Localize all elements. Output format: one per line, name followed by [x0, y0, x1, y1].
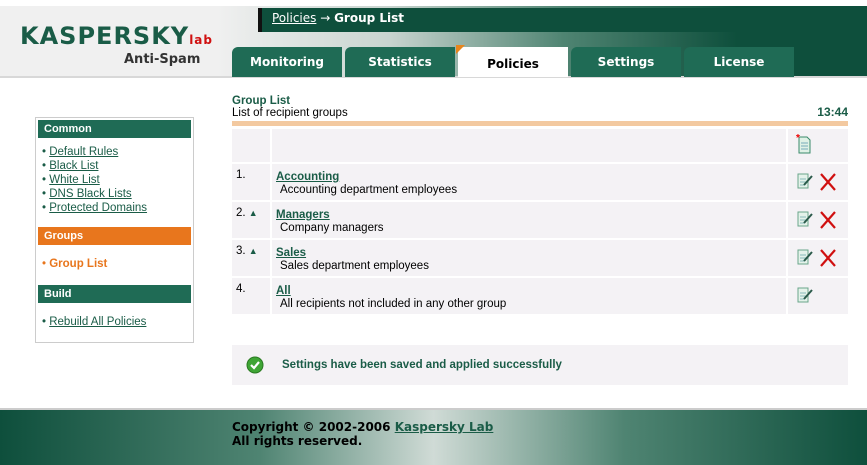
- link[interactable]: Black List: [49, 160, 98, 172]
- sidebar-item-group-list[interactable]: Group List: [42, 257, 187, 271]
- group-number: 2. ▲: [232, 202, 272, 238]
- group-table: * 1. Accounting Accounting department emp…: [232, 129, 848, 316]
- edit-icon[interactable]: [796, 172, 814, 190]
- breadcrumb: Policies → Group List: [258, 8, 867, 32]
- page-title: Group List: [232, 95, 291, 107]
- number: 2.: [236, 207, 246, 219]
- edit-icon[interactable]: [796, 210, 814, 228]
- table-row: 3. ▲ Sales Sales department employees: [232, 240, 848, 278]
- breadcrumb-separator: →: [316, 11, 335, 25]
- group-description: All recipients not included in any other…: [280, 298, 507, 310]
- sidebar-item-white-list[interactable]: White List: [42, 173, 187, 187]
- product-name: Anti-Spam: [124, 52, 201, 67]
- status-message: Settings have been saved and applied suc…: [232, 345, 848, 385]
- main-content: Group List List of recipient groups 13:4…: [232, 95, 848, 316]
- table-row: 2. ▲ Managers Company managers: [232, 202, 848, 240]
- tab-monitoring[interactable]: Monitoring: [232, 47, 342, 77]
- sidebar-item-dns-black-lists[interactable]: DNS Black Lists: [42, 187, 187, 201]
- sidebar-section-common: Common: [38, 120, 191, 138]
- tab-settings[interactable]: Settings: [571, 47, 681, 77]
- status-text: Settings have been saved and applied suc…: [282, 359, 562, 371]
- delete-icon[interactable]: [818, 172, 838, 192]
- page-subtitle: List of recipient groups: [232, 107, 348, 119]
- sidebar-item-protected-domains[interactable]: Protected Domains: [42, 201, 187, 215]
- sidebar-section-groups: Groups: [38, 227, 191, 245]
- header: KASPERSKYlab Anti-Spam Policies → Group …: [0, 6, 867, 78]
- table-header-row: *: [232, 129, 848, 164]
- group-name-link[interactable]: Managers: [276, 209, 330, 221]
- link[interactable]: Protected Domains: [49, 202, 147, 214]
- link[interactable]: Rebuild All Policies: [49, 316, 146, 328]
- sidebar-item-rebuild-all-policies[interactable]: Rebuild All Policies: [42, 315, 187, 329]
- table-row: 1. Accounting Accounting department emplo…: [232, 164, 848, 202]
- kaspersky-lab-link[interactable]: Kaspersky Lab: [395, 420, 494, 434]
- clock: 13:44: [817, 105, 848, 119]
- svg-text:*: *: [796, 133, 800, 144]
- breadcrumb-policies-link[interactable]: Policies: [272, 11, 316, 25]
- copyright-text: Copyright © 2002-2006: [232, 420, 395, 434]
- new-group-icon[interactable]: *: [796, 133, 812, 155]
- link[interactable]: DNS Black Lists: [49, 188, 131, 200]
- group-description: Sales department employees: [280, 260, 429, 272]
- tab-statistics[interactable]: Statistics: [345, 47, 455, 77]
- sidebar-section-build: Build: [38, 285, 191, 303]
- kaspersky-logo: KASPERSKYlab: [20, 22, 213, 50]
- edit-icon[interactable]: [796, 286, 814, 304]
- group-description: Accounting department employees: [280, 184, 458, 196]
- divider: [232, 121, 848, 126]
- move-up-icon[interactable]: ▲: [249, 208, 258, 218]
- delete-icon[interactable]: [818, 248, 838, 268]
- link[interactable]: Default Rules: [49, 146, 118, 158]
- group-name-link[interactable]: Accounting: [276, 171, 339, 183]
- breadcrumb-current: Group List: [334, 11, 405, 25]
- group-number: 1.: [232, 164, 272, 200]
- table-row: 4. All All recipients not included in any…: [232, 278, 848, 316]
- group-name-link[interactable]: All: [276, 285, 291, 297]
- sidebar: Common Default Rules Black List White Li…: [35, 117, 194, 343]
- number: 4.: [236, 283, 246, 295]
- delete-icon[interactable]: [818, 210, 838, 230]
- success-check-icon: [246, 356, 264, 374]
- group-number: 4.: [232, 278, 272, 314]
- link[interactable]: Group List: [49, 258, 107, 270]
- footer: Copyright © 2002-2006 Kaspersky Lab All r…: [0, 408, 867, 465]
- move-up-icon[interactable]: ▲: [249, 246, 258, 256]
- number: 1.: [236, 169, 246, 181]
- group-name-link[interactable]: Sales: [276, 247, 306, 259]
- sidebar-item-black-list[interactable]: Black List: [42, 159, 187, 173]
- main-tabs: Monitoring Statistics Policies Settings …: [232, 45, 797, 77]
- group-number: 3. ▲: [232, 240, 272, 276]
- number: 3.: [236, 245, 246, 257]
- link[interactable]: White List: [49, 174, 100, 186]
- tab-policies[interactable]: Policies: [456, 45, 568, 77]
- rights-text: All rights reserved.: [232, 434, 363, 448]
- edit-icon[interactable]: [796, 248, 814, 266]
- group-description: Company managers: [280, 222, 384, 234]
- tab-license[interactable]: License: [684, 47, 794, 77]
- sidebar-item-default-rules[interactable]: Default Rules: [42, 145, 187, 159]
